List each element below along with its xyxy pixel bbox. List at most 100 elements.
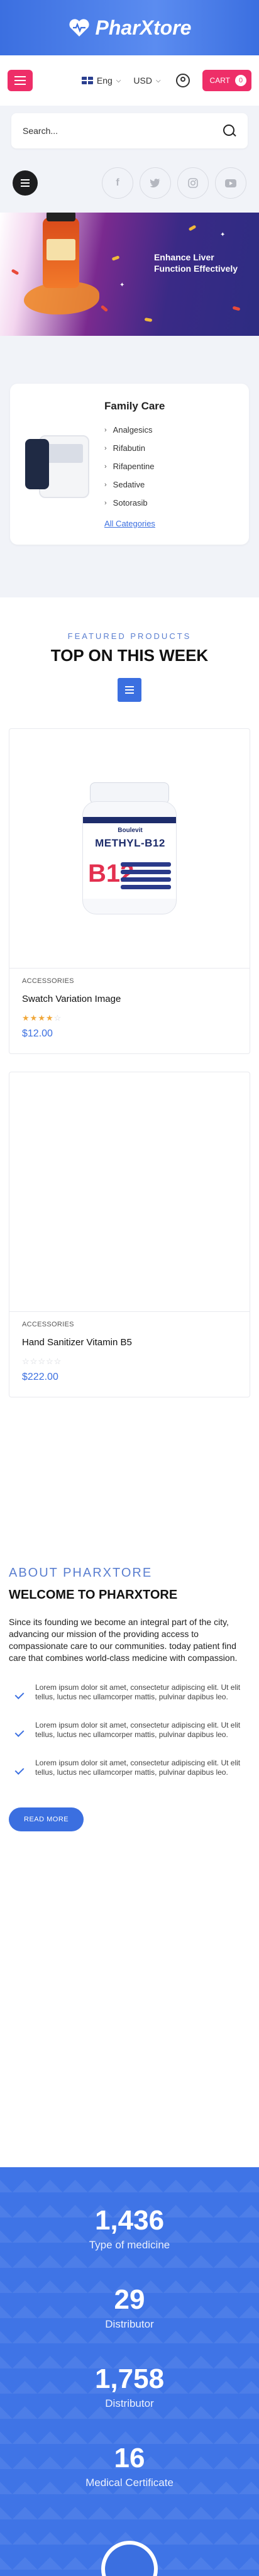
pill-decoration bbox=[100, 304, 109, 313]
sparkle-decoration: ✦ bbox=[220, 231, 226, 238]
section-subtitle: FEATURED PRODUCTS bbox=[67, 631, 192, 641]
site-logo[interactable]: PharXtore bbox=[68, 16, 192, 40]
featured-section: FEATURED PRODUCTS TOP ON THIS WEEK bbox=[0, 597, 259, 702]
about-paragraph: Since its founding we become an integral… bbox=[9, 1617, 238, 1663]
about-subtitle: ABOUT PHARXTORE bbox=[9, 1566, 153, 1580]
social-row: f bbox=[0, 164, 259, 213]
product-info: ACCESSORIES Hand Sanitizer Vitamin B5 ☆☆… bbox=[9, 1311, 250, 1397]
category-item[interactable]: › Analgesics bbox=[104, 425, 165, 435]
logo-text: PharXtore bbox=[95, 16, 192, 39]
product-category[interactable]: ACCESSORIES bbox=[22, 1321, 237, 1328]
search-bar bbox=[11, 113, 248, 148]
hero-headline: Enhance Liver Function Effectively bbox=[154, 252, 238, 274]
stat-number: 29 bbox=[114, 2284, 145, 2315]
liver-supplement-bottle-image bbox=[43, 213, 79, 288]
pill-decoration bbox=[232, 306, 241, 311]
stat-number: 1,758 bbox=[94, 2363, 165, 2394]
hero-line-2: Function Effectively bbox=[153, 264, 238, 274]
stat-label: Distributor bbox=[105, 2318, 154, 2330]
checkmark-icon bbox=[14, 1689, 26, 1702]
category-item[interactable]: › Sedative bbox=[104, 480, 165, 489]
chevron-right-icon: › bbox=[104, 480, 107, 489]
stat-number: 1,436 bbox=[94, 2205, 165, 2236]
pill-decoration bbox=[111, 255, 120, 261]
stats-section: 1,436 Type of medicine 29 Distributor 1,… bbox=[0, 2167, 259, 2576]
star-filled-icon: ★ bbox=[22, 1013, 30, 1023]
pill-decoration bbox=[188, 225, 197, 231]
star-empty-icon: ☆ bbox=[22, 1357, 30, 1366]
product-name[interactable]: Swatch Variation Image bbox=[22, 994, 237, 1004]
chevron-right-icon: › bbox=[104, 462, 107, 470]
star-empty-icon: ☆ bbox=[30, 1357, 38, 1366]
pill-decoration bbox=[144, 317, 153, 323]
pill-decoration bbox=[11, 269, 19, 275]
read-more-button[interactable]: READ MORE bbox=[9, 1807, 84, 1831]
category-item[interactable]: › Rifapentine bbox=[104, 462, 165, 471]
filter-menu-button[interactable] bbox=[118, 678, 141, 702]
about-title: WELCOME TO PHARXTORE bbox=[9, 1588, 178, 1602]
feature-text: Lorem ipsum dolor sit amet, consectetur … bbox=[35, 1758, 241, 1777]
heart-logo-icon bbox=[69, 19, 89, 36]
feature-item: Lorem ipsum dolor sit amet, consectetur … bbox=[9, 1683, 250, 1702]
stat-item: 16 Medical Certificate bbox=[0, 2410, 259, 2489]
star-rating: ☆☆☆☆☆ bbox=[22, 1357, 237, 1367]
feature-text: Lorem ipsum dolor sit amet, consectetur … bbox=[35, 1683, 241, 1701]
methyl-b12-bottle-image: Boulevit METHYL-B12 B12 bbox=[82, 782, 177, 914]
stat-number: 16 bbox=[114, 2443, 145, 2473]
star-filled-icon: ★ bbox=[45, 1013, 54, 1023]
product-price: $222.00 bbox=[22, 1372, 58, 1382]
checkmark-icon bbox=[14, 1765, 26, 1777]
star-filled-icon: ★ bbox=[30, 1013, 38, 1023]
hero-banner[interactable]: ✦ ✦ Enhance Liver Function Effectively bbox=[0, 213, 259, 336]
stat-label: Type of medicine bbox=[89, 2239, 170, 2251]
all-categories-link[interactable]: All Categories bbox=[104, 519, 155, 528]
category-item[interactable]: › Sotorasib bbox=[104, 498, 165, 508]
chevron-right-icon: › bbox=[104, 499, 107, 507]
hamburger-menu-button[interactable] bbox=[8, 70, 33, 91]
stat-item: 1,436 Type of medicine bbox=[0, 2167, 259, 2251]
product-card[interactable]: ACCESSORIES Hand Sanitizer Vitamin B5 ☆☆… bbox=[9, 1072, 250, 1397]
stat-label: Distributor bbox=[105, 2397, 154, 2409]
star-empty-icon: ☆ bbox=[53, 1357, 62, 1366]
product-info: ACCESSORIES Swatch Variation Image ★★★★☆… bbox=[9, 968, 250, 1053]
currency-label: USD bbox=[133, 75, 152, 86]
facebook-icon[interactable]: f bbox=[102, 167, 133, 199]
language-selector[interactable]: Eng ⌵ bbox=[81, 75, 121, 86]
stat-label: Medical Certificate bbox=[85, 2477, 174, 2489]
product-category[interactable]: ACCESSORIES bbox=[22, 977, 237, 985]
category-section: Family Care › Analgesics › Rifabutin › Rifa… bbox=[0, 336, 259, 597]
product-image[interactable]: Boulevit METHYL-B12 B12 bbox=[9, 729, 250, 968]
blood-pressure-monitor-image bbox=[24, 430, 94, 506]
search-input[interactable] bbox=[23, 126, 223, 136]
twitter-icon[interactable] bbox=[140, 167, 171, 199]
product-price: $12.00 bbox=[22, 1028, 53, 1039]
star-rating: ★★★★☆ bbox=[22, 1013, 237, 1023]
category-item[interactable]: › Rifabutin bbox=[104, 443, 165, 453]
product-list: Boulevit METHYL-B12 B12 ACCESSORIES Swat… bbox=[0, 702, 259, 1397]
category-title: Family Care bbox=[104, 400, 165, 412]
chevron-down-icon: ⌵ bbox=[155, 77, 161, 84]
instagram-icon[interactable] bbox=[177, 167, 209, 199]
chevron-right-icon: › bbox=[104, 426, 107, 434]
star-filled-icon: ★ bbox=[38, 1013, 46, 1023]
star-empty-icon: ☆ bbox=[45, 1357, 54, 1366]
hero-line-1: Enhance Liver bbox=[153, 252, 214, 262]
cart-button[interactable]: CART 0 bbox=[202, 70, 251, 91]
stat-item: 1,758 Distributor bbox=[0, 2331, 259, 2410]
user-account-icon[interactable] bbox=[175, 74, 190, 87]
product-image-placeholder[interactable] bbox=[9, 1072, 250, 1311]
about-section: ABOUT PHARXTORE WELCOME TO PHARXTORE Sin… bbox=[0, 1415, 259, 1831]
product-name[interactable]: Hand Sanitizer Vitamin B5 bbox=[22, 1337, 237, 1348]
chevron-right-icon: › bbox=[104, 444, 107, 452]
search-icon[interactable] bbox=[223, 124, 236, 138]
star-empty-icon: ☆ bbox=[53, 1013, 62, 1023]
search-section bbox=[0, 106, 259, 164]
sparkle-decoration: ✦ bbox=[119, 282, 125, 289]
categories-menu-button[interactable] bbox=[13, 170, 38, 196]
navbar: Eng ⌵ USD ⌵ CART 0 bbox=[0, 55, 259, 106]
feature-item: Lorem ipsum dolor sit amet, consectetur … bbox=[9, 1758, 250, 1777]
cart-label: CART bbox=[209, 76, 230, 85]
youtube-icon[interactable] bbox=[215, 167, 246, 199]
product-card[interactable]: Boulevit METHYL-B12 B12 ACCESSORIES Swat… bbox=[9, 728, 250, 1054]
currency-selector[interactable]: USD ⌵ bbox=[133, 75, 160, 86]
